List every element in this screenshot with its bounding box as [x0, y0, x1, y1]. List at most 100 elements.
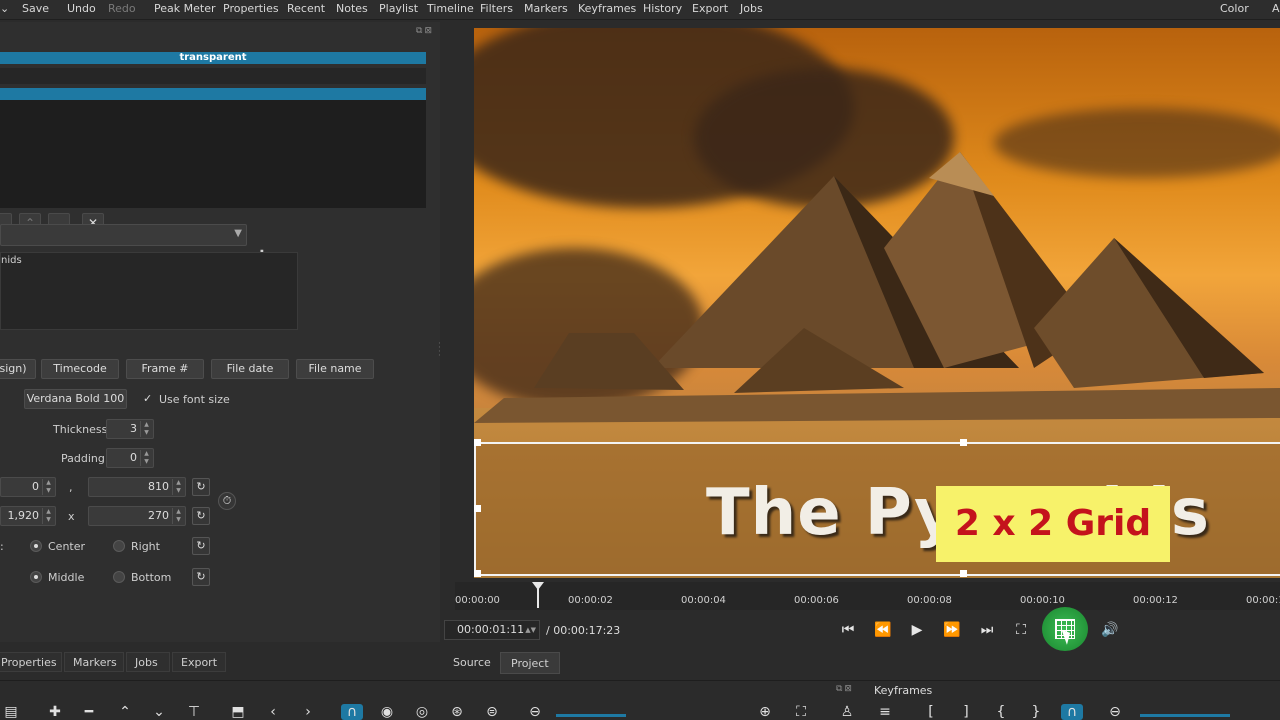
snap-icon[interactable]: ∩: [341, 704, 363, 720]
resize-handle[interactable]: [960, 439, 967, 446]
selected-filter-row[interactable]: transparent: [0, 52, 426, 64]
rewind-button[interactable]: ⏪: [871, 619, 895, 641]
filter-list-area[interactable]: [0, 100, 426, 208]
keyframe-zoom-slider[interactable]: [1140, 714, 1230, 717]
position-reset-button[interactable]: ↻: [192, 478, 210, 496]
keyframe-zoom-out-icon[interactable]: ⊖: [1104, 704, 1126, 720]
zoom-fit-button[interactable]: ⛶: [1009, 619, 1033, 641]
zoom-out-icon[interactable]: ⊖: [524, 704, 546, 720]
align-center-radio[interactable]: [30, 540, 42, 552]
size-h-spinner[interactable]: 270 ▲ ▼: [88, 506, 186, 526]
scrub-icon[interactable]: ◉: [376, 704, 398, 720]
filter-highlight-bar[interactable]: [0, 88, 426, 100]
set-filter-first-icon[interactable]: {: [990, 704, 1012, 720]
menu-undo[interactable]: Undo: [67, 2, 96, 15]
align-middle-radio[interactable]: [30, 571, 42, 583]
padding-spinner[interactable]: 0 ▲ ▼: [106, 448, 154, 468]
resize-handle[interactable]: [474, 439, 481, 446]
resize-handle[interactable]: [474, 505, 481, 512]
menu-notes[interactable]: Notes: [336, 2, 368, 15]
record-audio-icon[interactable]: ♙: [836, 704, 858, 720]
set-filter-start-icon[interactable]: [: [920, 704, 942, 720]
timecode-ruler[interactable]: 00:00:00 00:00:02 00:00:04 00:00:06 00:0…: [455, 582, 1280, 610]
timeline-zoom-slider[interactable]: [556, 714, 626, 717]
menu-recent[interactable]: Recent: [287, 2, 325, 15]
tab-properties[interactable]: Properties: [0, 652, 62, 672]
tab-markers[interactable]: Markers: [64, 652, 124, 672]
append-icon[interactable]: ✚: [44, 704, 66, 720]
menu-timeline[interactable]: Timeline: [427, 2, 474, 15]
dock-float-close-icons[interactable]: ⧉⊠: [416, 26, 434, 36]
split-icon[interactable]: ⊤: [183, 704, 205, 720]
prev-marker-icon[interactable]: ‹: [262, 704, 284, 720]
preset-combo[interactable]: ▼: [0, 224, 247, 246]
zoom-in-icon[interactable]: ⊕: [754, 704, 776, 720]
menu-peak-meter[interactable]: Peak Meter: [154, 2, 215, 15]
spin-arrows-icon[interactable]: ▲▼: [140, 450, 152, 466]
spin-arrows-icon[interactable]: ▲▼: [42, 479, 54, 495]
play-button[interactable]: ▶: [905, 619, 929, 641]
skip-to-end-button[interactable]: ⏭: [975, 619, 999, 641]
ripple-markers-icon[interactable]: ⊜: [481, 704, 503, 720]
spin-arrows-icon[interactable]: ▲▼: [172, 508, 184, 524]
next-marker-icon[interactable]: ›: [297, 704, 319, 720]
resize-handle[interactable]: [960, 570, 967, 577]
font-button[interactable]: Verdana Bold 100: [24, 389, 127, 409]
size-reset-button[interactable]: ↻: [192, 507, 210, 525]
tab-jobs[interactable]: Jobs: [126, 652, 170, 672]
menu-playlist[interactable]: Playlist: [379, 2, 418, 15]
thickness-spinner[interactable]: 3 ▲ ▼: [106, 419, 154, 439]
menu-overflow[interactable]: ⌄: [0, 2, 9, 15]
use-font-size-checkbox[interactable]: ✓: [143, 392, 152, 405]
menu-cut-item[interactable]: A: [1272, 2, 1280, 15]
overwrite-icon[interactable]: ⌄: [148, 704, 170, 720]
spin-arrows-icon[interactable]: ▲▼: [172, 479, 184, 495]
current-timecode-field[interactable]: 00:00:01:11 ▲▼: [444, 620, 540, 640]
set-filter-last-icon[interactable]: }: [1025, 704, 1047, 720]
menu-properties[interactable]: Properties: [223, 2, 279, 15]
menu-redo[interactable]: Redo: [108, 2, 136, 15]
spin-arrows-icon[interactable]: ▲▼: [42, 508, 54, 524]
panel-splitter[interactable]: · · · ·: [438, 340, 441, 361]
insert-file-name-button[interactable]: File name: [296, 359, 374, 379]
resize-handle[interactable]: [474, 570, 481, 577]
menu-history[interactable]: History: [643, 2, 682, 15]
menu-markers[interactable]: Markers: [524, 2, 568, 15]
insert-sign-button[interactable]: sign): [0, 359, 36, 379]
filter-list-row[interactable]: [0, 68, 426, 84]
h-align-reset-button[interactable]: ↻: [192, 537, 210, 555]
menu-filters[interactable]: Filters: [480, 2, 513, 15]
spin-arrows-icon[interactable]: ▲▼: [525, 621, 536, 639]
insert-file-date-button[interactable]: File date: [211, 359, 289, 379]
position-x-spinner[interactable]: 0 ▲ ▼: [0, 477, 56, 497]
menu-jobs[interactable]: Jobs: [740, 2, 763, 15]
menu-keyframes[interactable]: Keyframes: [578, 2, 636, 15]
tab-project[interactable]: Project: [500, 652, 560, 674]
menu-color[interactable]: Color: [1220, 2, 1249, 15]
ripple-all-icon[interactable]: ⊛: [446, 704, 468, 720]
text-input[interactable]: nids: [0, 252, 298, 330]
align-right-radio[interactable]: [113, 540, 125, 552]
volume-button[interactable]: 🔊: [1098, 619, 1122, 641]
size-w-spinner[interactable]: 1,920 ▲ ▼: [0, 506, 56, 526]
tab-export[interactable]: Export: [172, 652, 226, 672]
menu-save[interactable]: Save: [22, 2, 49, 15]
position-y-spinner[interactable]: 810 ▲ ▼: [88, 477, 186, 497]
fast-forward-button[interactable]: ⏩: [940, 619, 964, 641]
spin-arrows-icon[interactable]: ▲▼: [140, 421, 152, 437]
set-filter-end-icon[interactable]: ]: [955, 704, 977, 720]
keyframes-menu-icon[interactable]: ≡: [874, 704, 896, 720]
insert-frame-button[interactable]: Frame #: [126, 359, 204, 379]
timeline-menu-icon[interactable]: ▤: [0, 704, 22, 720]
keyframe-snap-icon[interactable]: ∩: [1061, 704, 1083, 720]
keyframe-timer-button[interactable]: ⏱: [218, 492, 236, 510]
skip-to-start-button[interactable]: ⏮: [836, 619, 860, 641]
menu-export[interactable]: Export: [692, 2, 728, 15]
lift-icon[interactable]: ⌃: [114, 704, 136, 720]
playhead[interactable]: [532, 582, 544, 608]
dock-float-close-icons[interactable]: ⧉⊠: [836, 684, 854, 694]
marker-icon[interactable]: ⬒: [227, 704, 249, 720]
align-bottom-radio[interactable]: [113, 571, 125, 583]
zoom-fit-icon[interactable]: ⛶: [790, 704, 812, 720]
tab-source[interactable]: Source: [443, 652, 501, 674]
